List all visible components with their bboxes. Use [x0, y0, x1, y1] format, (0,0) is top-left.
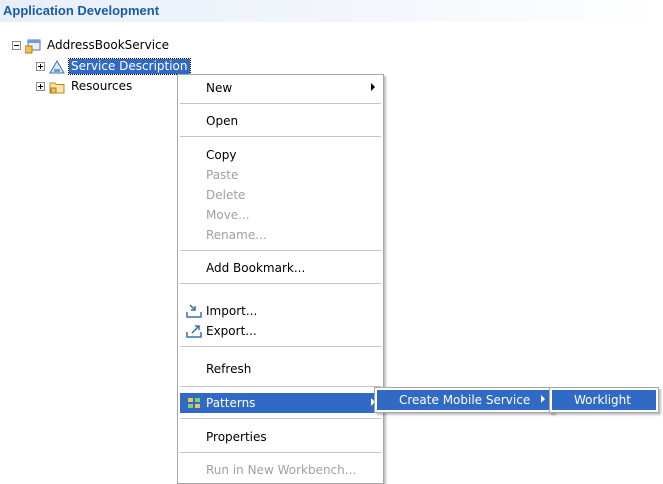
menu-item-move[interactable]: Move...: [180, 205, 381, 225]
service-description-icon: [49, 59, 65, 75]
menu-label-move: Move...: [206, 208, 250, 222]
tree-item-resources[interactable]: Resources: [36, 78, 134, 95]
tree-label-root: AddressBookService: [47, 38, 170, 52]
patterns-submenu: Create Mobile Service: [374, 387, 554, 413]
collapse-icon[interactable]: [12, 41, 21, 50]
menu-label-patterns: Patterns: [206, 396, 256, 410]
menu-separator: [180, 283, 381, 284]
menu-item-open[interactable]: Open: [180, 111, 381, 131]
menu-item-run-in-new-workbench[interactable]: Run in New Workbench...: [180, 460, 381, 480]
menu-label-create-mobile-service: Create Mobile Service: [399, 393, 531, 407]
folder-icon: [49, 79, 65, 95]
menu-label-copy: Copy: [206, 148, 237, 162]
menu-label-rename: Rename...: [206, 228, 267, 242]
menu-separator: [180, 136, 381, 137]
menu-label-import: Import...: [206, 304, 258, 318]
menu-separator: [180, 346, 381, 347]
menu-label-new: New: [206, 81, 233, 95]
menu-item-create-mobile-service[interactable]: Create Mobile Service: [377, 390, 551, 410]
menu-item-patterns[interactable]: Patterns: [180, 393, 381, 413]
expand-icon[interactable]: [36, 62, 45, 71]
menu-label-run-in-new-workbench: Run in New Workbench...: [206, 463, 357, 477]
menu-label-open: Open: [206, 114, 239, 128]
submenu-arrow-icon: [541, 395, 545, 403]
menu-item-properties[interactable]: Properties: [180, 427, 381, 447]
menu-item-worklight[interactable]: Worklight: [552, 390, 656, 410]
web-service-icon: [25, 38, 41, 54]
menu-item-rename[interactable]: Rename...: [180, 225, 381, 245]
view-title: Application Development: [3, 3, 160, 18]
menu-separator: [180, 103, 381, 104]
menu-separator: [180, 418, 381, 419]
patterns-icon: [186, 395, 202, 411]
menu-item-export[interactable]: Export...: [180, 321, 381, 341]
menu-label-refresh: Refresh: [206, 362, 252, 376]
submenu-arrow-icon: [371, 83, 375, 91]
menu-label-paste: Paste: [206, 168, 239, 182]
menu-item-new[interactable]: New: [180, 78, 381, 98]
tree-label-resources: Resources: [71, 79, 133, 93]
tree-item-service-description[interactable]: Service Description: [36, 58, 191, 75]
export-icon: [186, 323, 202, 339]
view-header: Application Development: [0, 0, 663, 22]
menu-item-import[interactable]: Import...: [180, 301, 381, 321]
tree-root[interactable]: AddressBookService: [12, 37, 171, 54]
context-menu: New Open Copy Paste Delete Move... Renam…: [177, 74, 384, 484]
menu-item-add-bookmark[interactable]: Add Bookmark...: [180, 258, 381, 278]
menu-label-worklight: Worklight: [574, 393, 631, 407]
menu-item-paste[interactable]: Paste: [180, 165, 381, 185]
import-icon: [186, 303, 202, 319]
menu-label-export: Export...: [206, 324, 257, 338]
menu-item-refresh[interactable]: Refresh: [180, 359, 381, 379]
expand-icon[interactable]: [36, 82, 45, 91]
mobile-service-submenu: Worklight: [549, 387, 659, 413]
menu-label-properties: Properties: [206, 430, 267, 444]
menu-item-copy[interactable]: Copy: [180, 145, 381, 165]
menu-separator: [180, 386, 381, 387]
menu-separator: [180, 452, 381, 453]
tree-label-service-description: Service Description: [68, 58, 191, 75]
menu-label-delete: Delete: [206, 188, 246, 202]
menu-separator: [180, 250, 381, 251]
menu-item-delete[interactable]: Delete: [180, 185, 381, 205]
menu-label-add-bookmark: Add Bookmark...: [206, 261, 306, 275]
